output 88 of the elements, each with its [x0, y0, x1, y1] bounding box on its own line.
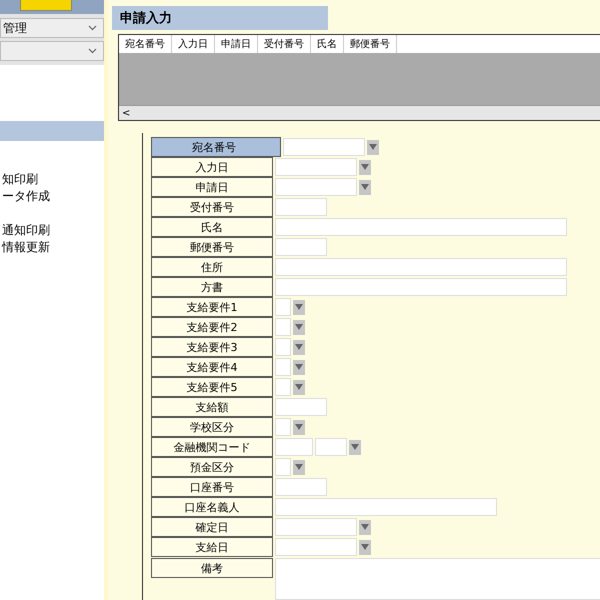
down-triangle-icon [361, 164, 369, 170]
input-field[interactable] [283, 138, 365, 156]
dropdown-button[interactable] [359, 520, 371, 534]
dropdown-button[interactable] [349, 440, 361, 454]
dropdown-select[interactable]: 管理 [0, 18, 104, 38]
input-field[interactable] [315, 438, 347, 456]
input-field[interactable] [275, 238, 327, 256]
field-label: 方書 [151, 277, 273, 297]
dropdown-button[interactable] [293, 320, 305, 334]
notes-field[interactable] [275, 558, 600, 600]
field-label: 金融機関コード [151, 437, 273, 457]
down-triangle-icon [295, 464, 303, 470]
input-field[interactable] [275, 438, 313, 456]
down-triangle-icon [361, 524, 369, 530]
field-label: 確定日 [151, 517, 273, 537]
field-label: 口座番号 [151, 477, 273, 497]
column-header[interactable]: 郵便番号 [344, 35, 397, 53]
input-field[interactable] [275, 398, 327, 416]
field-label: 住所 [151, 257, 273, 277]
horizontal-scrollbar[interactable]: < [119, 105, 600, 120]
input-field[interactable] [275, 518, 357, 536]
input-field[interactable] [275, 258, 567, 276]
menu-item[interactable]: 知印刷 [0, 171, 104, 188]
field-label: 支給要件5 [151, 377, 273, 397]
input-field[interactable] [275, 358, 291, 376]
field-label: 支給要件1 [151, 297, 273, 317]
field-label: 口座名義人 [151, 497, 273, 517]
input-field[interactable] [275, 458, 291, 476]
field-label: 氏名 [151, 217, 273, 237]
input-field[interactable] [275, 298, 291, 316]
down-triangle-icon [295, 364, 303, 370]
field-label: 支給額 [151, 397, 273, 417]
input-field[interactable] [275, 338, 291, 356]
column-header[interactable]: 氏名 [311, 35, 344, 53]
toolbar-button[interactable] [20, 0, 72, 11]
dropdown-select[interactable] [0, 41, 104, 61]
input-field[interactable] [275, 278, 567, 296]
input-field[interactable] [275, 218, 567, 236]
input-field[interactable] [275, 378, 291, 396]
column-header[interactable]: 申請日 [215, 35, 258, 53]
down-triangle-icon [369, 144, 377, 150]
down-triangle-icon [361, 544, 369, 550]
field-label: 支給要件4 [151, 357, 273, 377]
input-field[interactable] [275, 418, 291, 436]
down-triangle-icon [295, 344, 303, 350]
input-field[interactable] [275, 158, 357, 176]
dropdown-button[interactable] [293, 300, 305, 314]
field-label: 支給要件3 [151, 337, 273, 357]
dropdown-button[interactable] [359, 540, 371, 554]
dropdown-button[interactable] [293, 360, 305, 374]
field-label: 支給日 [151, 537, 273, 557]
down-triangle-icon [295, 424, 303, 430]
field-label: 学校区分 [151, 417, 273, 437]
menu-item[interactable]: 情報更新 [0, 239, 104, 256]
dropdown-button[interactable] [293, 380, 305, 394]
dropdown-button[interactable] [293, 460, 305, 474]
dropdown-button[interactable] [359, 180, 371, 194]
field-label: 郵便番号 [151, 237, 273, 257]
column-header[interactable]: 受付番号 [258, 35, 311, 53]
menu-item[interactable]: 通知印刷 [0, 222, 104, 239]
input-field[interactable] [275, 498, 497, 516]
down-triangle-icon [295, 304, 303, 310]
input-field[interactable] [275, 478, 327, 496]
down-triangle-icon [361, 184, 369, 190]
input-field[interactable] [275, 318, 291, 336]
chevron-icon [88, 48, 97, 54]
dropdown-button[interactable] [293, 420, 305, 434]
chevron-icon [88, 25, 97, 31]
field-label: 受付番号 [151, 197, 273, 217]
field-label: 申請日 [151, 177, 273, 197]
field-label: 支給要件2 [151, 317, 273, 337]
dropdown-button[interactable] [293, 340, 305, 354]
column-header[interactable]: 入力日 [172, 35, 215, 53]
dropdown-button[interactable] [359, 160, 371, 174]
down-triangle-icon [295, 384, 303, 390]
input-field[interactable] [275, 178, 357, 196]
input-field[interactable] [275, 198, 327, 216]
input-field[interactable] [275, 538, 357, 556]
dropdown-button[interactable] [367, 140, 379, 154]
field-label: 宛名番号 [151, 137, 281, 157]
column-header[interactable]: 宛名番号 [119, 35, 172, 53]
panel-title: 申請入力 [112, 6, 328, 30]
down-triangle-icon [295, 324, 303, 330]
menu-item[interactable]: ータ作成 [0, 188, 104, 205]
field-label: 入力日 [151, 157, 273, 177]
field-label: 備考 [151, 558, 273, 578]
down-triangle-icon [351, 444, 359, 450]
field-label: 預金区分 [151, 457, 273, 477]
